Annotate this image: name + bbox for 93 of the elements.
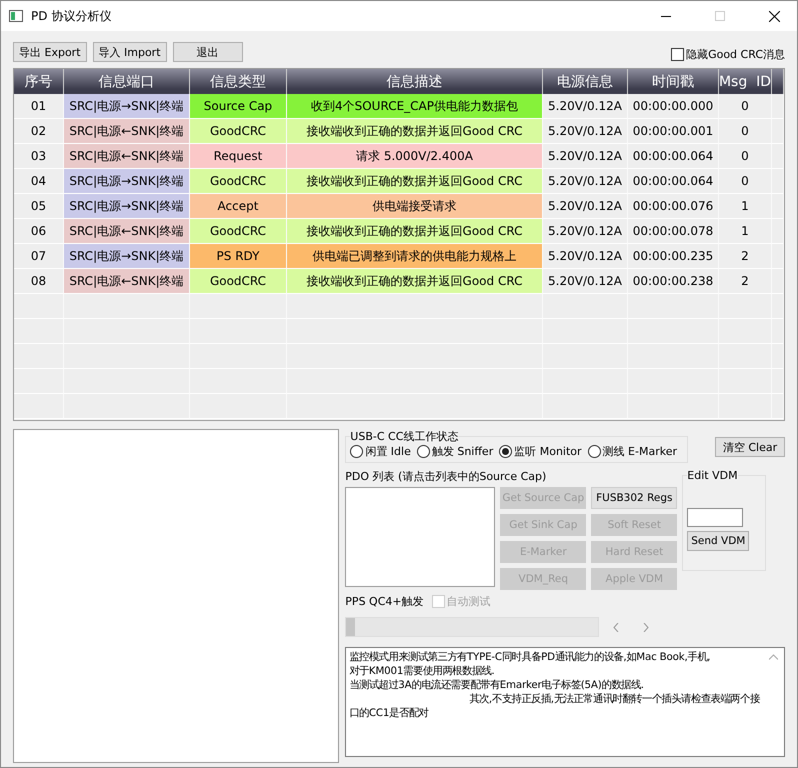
window-title: PD 协议分析仪 bbox=[31, 8, 112, 24]
group-title: USB-C CC线工作状态 bbox=[350, 429, 458, 444]
column-header[interactable]: 信息端口 bbox=[64, 69, 190, 94]
table-cell: SRC|电源→SNK|终端 bbox=[64, 94, 190, 119]
app-icon bbox=[9, 10, 23, 22]
table-cell: Source Cap bbox=[190, 94, 287, 119]
table-cell: 00:00:00.076 bbox=[628, 194, 719, 219]
table-cell: 5.20V/0.12A bbox=[543, 194, 628, 219]
mode-radio[interactable]: 触发 Sniffer bbox=[416, 444, 494, 459]
column-header[interactable]: 时间戳 bbox=[628, 69, 719, 94]
table-cell: 接收端收到正确的数据并返回Good CRC bbox=[287, 119, 543, 144]
info-textbox[interactable]: 监控模式用来测试第三方有TYPE-C同时具备PD通讯能力的设备,如Mac Book,手机, 对于KM001需要使用两根数据线. 当测试超过3A的电流还需要配带有Emarker电子标签(5A)的数据线. 其次,不支持正反插,无法正常通讯时翻转一个插头请检查表端两个接口的CC1是否配对 bbox=[345, 647, 785, 757]
pdo-list-title: PDO 列表 (请点击列表中的Source Cap) bbox=[345, 469, 548, 484]
table-cell: 00:00:00.064 bbox=[628, 144, 719, 169]
slider-track[interactable] bbox=[345, 617, 600, 637]
info-text: 当测试超过3A的电流还需要配带有Emarker电子标签(5A)的数据线. bbox=[349, 678, 645, 692]
table-cell: SRC|电源→SNK|终端 bbox=[64, 244, 190, 269]
scroll-up-icon[interactable] bbox=[769, 654, 778, 660]
table-cell: 接收端收到正确的数据并返回Good CRC bbox=[287, 269, 543, 294]
table-cell: 5.20V/0.12A bbox=[543, 169, 628, 194]
table-cell: 0 bbox=[719, 119, 772, 144]
table-cell: 00:00:00.235 bbox=[628, 244, 719, 269]
table-cell: 请求 5.000V/2.400A bbox=[287, 144, 543, 169]
group-title: Edit VDM bbox=[687, 469, 738, 482]
table-cell: SRC|电源→SNK|终端 bbox=[64, 169, 190, 194]
column-header[interactable]: 信息类型 bbox=[190, 69, 287, 94]
table-cell: 收到4个SOURCE_CAP供电能力数据包 bbox=[287, 94, 543, 119]
table-cell: GoodCRC bbox=[190, 269, 287, 294]
info-text: 其次,不支持正反插,无法正常通讯时翻转一个插头请检查表端两个接口的CC1是否配对 bbox=[349, 692, 762, 720]
table-cell: GoodCRC bbox=[190, 219, 287, 244]
table-cell: 接收端收到正确的数据并返回Good CRC bbox=[287, 169, 543, 194]
table-cell: GoodCRC bbox=[190, 169, 287, 194]
column-header[interactable]: 序号 bbox=[14, 69, 64, 94]
toolbar-button[interactable]: 导出 Export bbox=[13, 42, 87, 62]
table-cell: 06 bbox=[14, 219, 64, 244]
slider-thumb[interactable] bbox=[346, 618, 356, 636]
send-vdm-button[interactable]: Send VDM bbox=[687, 531, 750, 551]
maximize-icon[interactable] bbox=[715, 11, 725, 21]
table-cell: 5.20V/0.12A bbox=[543, 94, 628, 119]
table-cell: 04 bbox=[14, 169, 64, 194]
vdm-input[interactable] bbox=[687, 508, 744, 527]
table-cell: 供电端接受请求 bbox=[287, 194, 543, 219]
header-filler bbox=[772, 69, 784, 94]
table-cell: 00:00:00.238 bbox=[628, 269, 719, 294]
table-cell: 5.20V/0.12A bbox=[543, 144, 628, 169]
table-cell: 05 bbox=[14, 194, 64, 219]
table-cell: 00:00:00.078 bbox=[628, 219, 719, 244]
table-cell: 1 bbox=[719, 194, 772, 219]
close-icon[interactable] bbox=[768, 10, 780, 22]
hide-goodcrc-checkbox[interactable]: 隐藏Good CRC消息 bbox=[671, 47, 785, 62]
table-cell: 接收端收到正确的数据并返回Good CRC bbox=[287, 219, 543, 244]
table-cell: 00:00:00.064 bbox=[628, 169, 719, 194]
table-cell: 1 bbox=[719, 219, 772, 244]
mode-radio[interactable]: 测线 E-Marker bbox=[588, 444, 677, 459]
table-cell: SRC|电源←SNK|终端 bbox=[64, 119, 190, 144]
table-cell: 0 bbox=[719, 94, 772, 119]
column-header[interactable]: Msg ID bbox=[719, 69, 772, 94]
toolbar-button[interactable]: 退出 bbox=[172, 42, 243, 62]
table-cell: Request bbox=[190, 144, 287, 169]
table-cell: 03 bbox=[14, 144, 64, 169]
table-cell: 5.20V/0.12A bbox=[543, 269, 628, 294]
table-cell: SRC|电源→SNK|终端 bbox=[64, 194, 190, 219]
table-cell: 00:00:00.000 bbox=[628, 94, 719, 119]
mode-radio[interactable]: 闲置 Idle bbox=[350, 444, 411, 459]
table-cell: SRC|电源←SNK|终端 bbox=[64, 269, 190, 294]
table-cell: SRC|电源←SNK|终端 bbox=[64, 219, 190, 244]
table-cell: 5.20V/0.12A bbox=[543, 219, 628, 244]
table-cell: 0 bbox=[719, 144, 772, 169]
info-text: 监控模式用来测试第三方有TYPE-C同时具备PD通讯能力的设备,如Mac Book,手机, bbox=[349, 650, 712, 664]
toolbar-button[interactable]: 导入 Import bbox=[92, 42, 167, 62]
pps-label: PPS QC4+触发 bbox=[345, 594, 424, 609]
table-cell: 00:00:00.001 bbox=[628, 119, 719, 144]
table-cell: PS RDY bbox=[190, 244, 287, 269]
pdo-list[interactable] bbox=[345, 487, 496, 587]
command-button[interactable]: FUSB302 Regs bbox=[591, 487, 678, 509]
table-cell: 02 bbox=[14, 119, 64, 144]
table-cell: 01 bbox=[14, 94, 64, 119]
column-header[interactable]: 信息描述 bbox=[287, 69, 543, 94]
column-header[interactable]: 电源信息 bbox=[543, 69, 628, 94]
table-cell: 07 bbox=[14, 244, 64, 269]
table-cell: 2 bbox=[719, 244, 772, 269]
table-cell: Accept bbox=[190, 194, 287, 219]
table-cell: 0 bbox=[719, 169, 772, 194]
table-cell: GoodCRC bbox=[190, 119, 287, 144]
table-cell: 5.20V/0.12A bbox=[543, 119, 628, 144]
table-cell: 2 bbox=[719, 269, 772, 294]
info-text: 对于KM001需要使用两根数据线. bbox=[349, 664, 496, 678]
table-cell: 08 bbox=[14, 269, 64, 294]
clear-button[interactable]: 清空 Clear bbox=[715, 437, 785, 457]
mode-radio[interactable]: 监听 Monitor bbox=[499, 444, 582, 459]
table-cell: 供电端已调整到请求的供电能力规格上 bbox=[287, 244, 543, 269]
table-cell: 5.20V/0.12A bbox=[543, 244, 628, 269]
table-cell: SRC|电源←SNK|终端 bbox=[64, 144, 190, 169]
